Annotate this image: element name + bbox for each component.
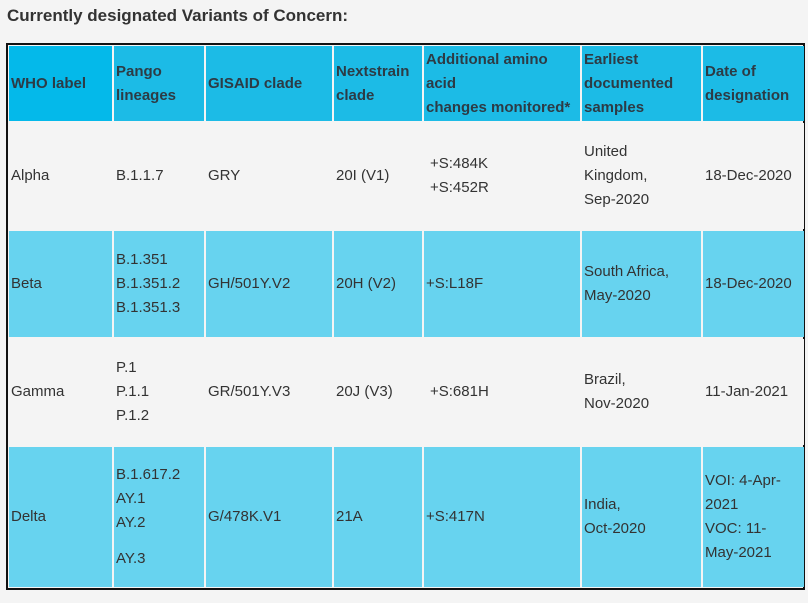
table-header-row: WHO label Pango lineages GISAID clade Ne…	[9, 46, 804, 121]
cell-nextstrain: 20H (V2)	[334, 231, 422, 337]
earliest-text: May-2020	[584, 287, 651, 304]
header-text: clade	[336, 86, 375, 104]
header-pango-lineages: Pango lineages	[114, 46, 204, 121]
table-row-gamma: Gamma P.1 P.1.1 P.1.2 GR/501Y.V3 20J (V3…	[9, 339, 804, 445]
date-text: 2021	[705, 496, 739, 513]
cell-amino: +S:417N	[424, 447, 580, 587]
earliest-text: Brazil,	[584, 371, 626, 388]
amino-change: +S:484K	[430, 155, 488, 172]
cell-earliest: United Kingdom, Sep-2020	[582, 123, 701, 229]
cell-gisaid: GRY	[206, 123, 332, 229]
header-text: GISAID clade	[208, 74, 303, 92]
header-gisaid-clade: GISAID clade	[206, 46, 332, 121]
earliest-text: South Africa,	[584, 263, 670, 280]
table-row-delta: Delta B.1.617.2 AY.1 AY.2 AY.3 G/478K.V1…	[9, 447, 804, 587]
pango-lineage: B.1.1.7	[116, 167, 164, 184]
header-date-of-designation: Date of designation	[703, 46, 804, 121]
cell-date: 18-Dec-2020	[703, 123, 804, 229]
page-title: Currently designated Variants of Concern…	[7, 6, 349, 25]
cell-date: VOI: 4-Apr- 2021 VOC: 11- May-2021	[703, 447, 804, 587]
amino-change: +S:L18F	[426, 275, 484, 292]
header-text: Nextstrain	[336, 62, 410, 80]
pango-lineage: B.1.351.3	[116, 299, 181, 316]
cell-amino: +S:L18F	[424, 231, 580, 337]
amino-change: +S:681H	[430, 383, 489, 400]
cell-gisaid: GH/501Y.V2	[206, 231, 332, 337]
header-amino-acid-changes: Additional amino acid changes monitored*	[424, 46, 580, 121]
header-text: Additional amino	[426, 50, 548, 68]
cell-nextstrain: 20I (V1)	[334, 123, 422, 229]
cell-who-label: Alpha	[9, 123, 112, 229]
cell-gisaid: G/478K.V1	[206, 447, 332, 587]
header-text: samples	[584, 98, 645, 116]
cell-earliest: South Africa, May-2020	[582, 231, 701, 337]
cell-date: 18-Dec-2020	[703, 231, 804, 337]
pango-lineage: AY.2	[116, 514, 146, 531]
pango-lineage: B.1.617.2	[116, 466, 181, 483]
pango-lineage: P.1	[116, 359, 137, 376]
header-text: designation	[705, 86, 790, 104]
cell-earliest: Brazil, Nov-2020	[582, 339, 701, 445]
table-row-alpha: Alpha B.1.1.7 GRY 20I (V1) +S:484K +S:45…	[9, 123, 804, 229]
earliest-text: Kingdom,	[584, 167, 648, 184]
header-text: Earliest	[584, 50, 639, 68]
pango-lineage: B.1.351	[116, 251, 168, 268]
earliest-text: Nov-2020	[584, 395, 650, 412]
cell-who-label: Gamma	[9, 339, 112, 445]
header-text: WHO label	[11, 74, 87, 92]
header-who-label: WHO label	[9, 46, 112, 121]
pango-lineage: P.1.1	[116, 383, 150, 400]
pango-lineage: B.1.351.2	[116, 275, 181, 292]
header-text: lineages	[116, 86, 177, 104]
cell-nextstrain: 21A	[334, 447, 422, 587]
header-text: acid	[426, 74, 457, 92]
header-earliest-samples: Earliest documented samples	[582, 46, 701, 121]
amino-change: +S:452R	[430, 179, 489, 196]
cell-who-label: Delta	[9, 447, 112, 587]
table-row-beta: Beta B.1.351 B.1.351.2 B.1.351.3 GH/501Y…	[9, 231, 804, 337]
date-text: 18-Dec-2020	[705, 275, 792, 292]
date-text: 18-Dec-2020	[705, 167, 792, 184]
date-text: VOI: 4-Apr-	[705, 472, 781, 489]
pango-lineage: AY.1	[116, 490, 146, 507]
variants-table-container: WHO label Pango lineages GISAID clade Ne…	[6, 43, 805, 590]
cell-nextstrain: 20J (V3)	[334, 339, 422, 445]
header-text: Pango	[116, 62, 162, 80]
cell-pango: B.1.351 B.1.351.2 B.1.351.3	[114, 231, 204, 337]
earliest-text: Oct-2020	[584, 520, 646, 537]
earliest-text: Sep-2020	[584, 191, 650, 208]
date-text: VOC: 11-	[705, 520, 767, 537]
cell-earliest: India, Oct-2020	[582, 447, 701, 587]
date-text: May-2021	[705, 544, 772, 561]
date-text: 11-Jan-2021	[705, 383, 789, 400]
variants-of-concern-table: WHO label Pango lineages GISAID clade Ne…	[7, 44, 806, 589]
header-text: documented	[584, 74, 674, 92]
pango-lineage: P.1.2	[116, 407, 150, 424]
pango-lineage: AY.3	[116, 550, 146, 567]
earliest-text: United	[584, 143, 628, 160]
header-text: changes monitored*	[426, 98, 571, 116]
cell-date: 11-Jan-2021	[703, 339, 804, 445]
cell-who-label: Beta	[9, 231, 112, 337]
cell-pango: B.1.1.7	[114, 123, 204, 229]
cell-amino: +S:681H	[424, 339, 580, 445]
amino-change: +S:417N	[426, 508, 485, 525]
header-nextstrain-clade: Nextstrain clade	[334, 46, 422, 121]
cell-pango: P.1 P.1.1 P.1.2	[114, 339, 204, 445]
cell-pango: B.1.617.2 AY.1 AY.2 AY.3	[114, 447, 204, 587]
header-text: Date of	[705, 62, 756, 80]
cell-gisaid: GR/501Y.V3	[206, 339, 332, 445]
earliest-text: India,	[584, 496, 621, 513]
cell-amino: +S:484K +S:452R	[424, 123, 580, 229]
